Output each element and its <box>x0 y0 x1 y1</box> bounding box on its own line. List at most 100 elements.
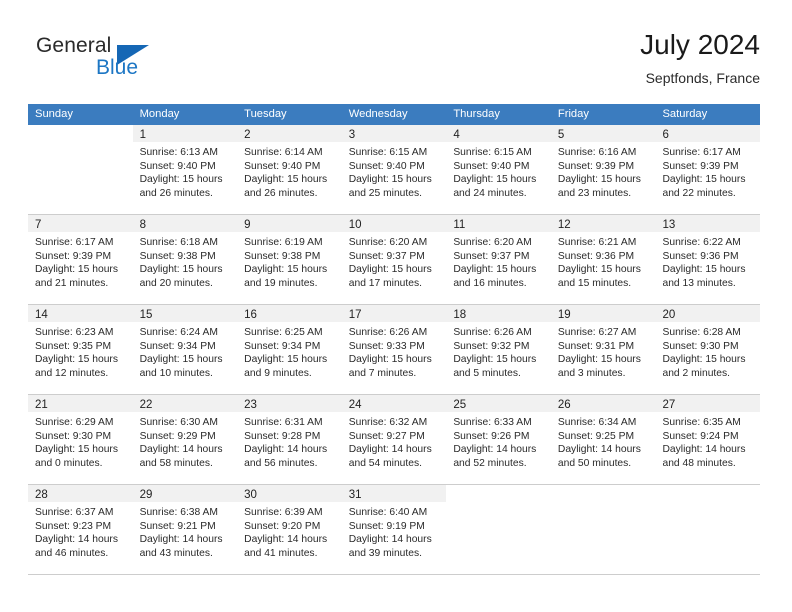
day-details: Sunrise: 6:40 AM Sunset: 9:19 PM Daylight:… <box>342 502 447 560</box>
day-detail-line: Sunrise: 6:13 AM <box>139 147 218 158</box>
day-detail-line: and 9 minutes. <box>244 367 312 379</box>
day-cell-7[interactable]: 7 Sunrise: 6:17 AM Sunset: 9:39 PM Daylight… <box>28 215 133 304</box>
calendar-weeks: 1 Sunrise: 6:13 AM Sunset: 9:40 PM Daylight… <box>28 125 761 575</box>
day-number-band: 16 <box>237 305 342 322</box>
day-detail-line: and 3 minutes. <box>557 367 626 379</box>
day-number: 7 <box>35 219 42 231</box>
day-cell-6[interactable]: 6 Sunrise: 6:17 AM Sunset: 9:39 PM Daylight… <box>655 125 761 214</box>
day-cell-11[interactable]: 11 Sunrise: 6:20 AM Sunset: 9:37 PM Dayligh… <box>446 215 551 304</box>
day-detail-line: and 7 minutes. <box>348 367 417 379</box>
day-detail-line: Sunrise: 6:15 AM <box>348 147 428 158</box>
day-detail-line: Sunrise: 6:14 AM <box>244 147 323 158</box>
day-number: 9 <box>244 219 251 231</box>
day-cell-8[interactable]: 8 Sunrise: 6:18 AM Sunset: 9:38 PM Daylight… <box>132 215 238 304</box>
day-number-band: 17 <box>341 305 447 322</box>
day-number-band: 4 <box>446 125 551 142</box>
weekday-header-monday: Monday <box>139 108 180 120</box>
day-cell-21[interactable]: 21 Sunrise: 6:29 AM Sunset: 9:30 PM Dayligh… <box>28 395 133 484</box>
day-detail-line: Sunrise: 6:29 AM <box>35 417 114 428</box>
day-number: 2 <box>244 129 251 141</box>
day-cell-23[interactable]: 23 Sunrise: 6:31 AM Sunset: 9:28 PM Dayligh… <box>237 395 342 484</box>
day-details: Sunrise: 6:17 AM Sunset: 9:39 PM Daylight:… <box>655 142 760 200</box>
day-number-band: 14 <box>28 305 133 322</box>
day-cell-3[interactable]: 3 Sunrise: 6:15 AM Sunset: 9:40 PM Daylight… <box>341 125 447 214</box>
day-cell-5[interactable]: 5 Sunrise: 6:16 AM Sunset: 9:39 PM Daylight… <box>550 125 656 214</box>
day-cell-1[interactable]: 1 Sunrise: 6:13 AM Sunset: 9:40 PM Daylight… <box>132 125 238 214</box>
day-detail-line: Sunset: 9:35 PM <box>35 340 112 352</box>
day-detail-line: and 24 minutes. <box>453 187 527 199</box>
day-number: 3 <box>348 129 356 141</box>
day-details: Sunrise: 6:30 AM Sunset: 9:29 PM Daylight:… <box>133 412 238 470</box>
day-cell-18[interactable]: 18 Sunrise: 6:26 AM Sunset: 9:32 PM Dayligh… <box>446 305 551 394</box>
day-detail-line: and 13 minutes. <box>662 277 736 289</box>
day-detail-line: and 16 minutes. <box>453 277 527 289</box>
day-detail-line: Sunset: 9:21 PM <box>139 520 216 532</box>
day-cell-empty <box>446 485 551 574</box>
page-header: General Blue July 2024 Septfonds, France <box>28 28 760 90</box>
day-detail-line: Sunset: 9:33 PM <box>348 340 425 352</box>
day-cell-26[interactable]: 26 Sunrise: 6:34 AM Sunset: 9:25 PM Dayligh… <box>550 395 656 484</box>
day-number: 25 <box>453 399 467 411</box>
day-detail-line: Sunset: 9:26 PM <box>453 430 530 442</box>
day-cell-2[interactable]: 2 Sunrise: 6:14 AM Sunset: 9:40 PM Daylight… <box>237 125 342 214</box>
day-cell-9[interactable]: 9 Sunrise: 6:19 AM Sunset: 9:38 PM Daylight… <box>237 215 342 304</box>
day-detail-line: Daylight: 14 hours <box>557 444 641 456</box>
day-detail-line: Daylight: 15 hours <box>662 354 746 366</box>
day-detail-line: Sunset: 9:30 PM <box>662 340 739 352</box>
day-cell-22[interactable]: 22 Sunrise: 6:30 AM Sunset: 9:29 PM Dayligh… <box>132 395 238 484</box>
day-detail-line: and 50 minutes. <box>557 457 632 469</box>
day-detail-line: Sunset: 9:36 PM <box>557 250 635 262</box>
day-cell-28[interactable]: 28 Sunrise: 6:37 AM Sunset: 9:23 PM Dayligh… <box>28 485 133 574</box>
day-detail-line: Daylight: 15 hours <box>244 264 328 276</box>
day-cell-10[interactable]: 10 Sunrise: 6:20 AM Sunset: 9:37 PM Dayligh… <box>341 215 447 304</box>
weekday-header-tuesday: Tuesday <box>244 108 287 120</box>
day-number: 20 <box>662 309 676 321</box>
day-detail-line: Sunset: 9:23 PM <box>35 520 112 532</box>
day-cell-20[interactable]: 20 Sunrise: 6:28 AM Sunset: 9:30 PM Dayligh… <box>655 305 761 394</box>
day-number: 13 <box>662 219 676 231</box>
day-details: Sunrise: 6:14 AM Sunset: 9:40 PM Daylight:… <box>237 142 342 200</box>
day-details: Sunrise: 6:15 AM Sunset: 9:40 PM Daylight:… <box>342 142 447 200</box>
day-details: Sunrise: 6:20 AM Sunset: 9:37 PM Daylight:… <box>446 232 551 290</box>
title-block: July 2024 Septfonds, France <box>640 28 760 88</box>
day-cell-19[interactable]: 19 Sunrise: 6:27 AM Sunset: 9:31 PM Dayligh… <box>550 305 656 394</box>
day-number: 5 <box>557 129 565 141</box>
calendar-week-row: 1 Sunrise: 6:13 AM Sunset: 9:40 PM Daylight… <box>28 125 761 215</box>
day-cell-31[interactable]: 31 Sunrise: 6:40 AM Sunset: 9:19 PM Dayligh… <box>341 485 447 574</box>
day-cell-29[interactable]: 29 Sunrise: 6:38 AM Sunset: 9:21 PM Dayligh… <box>132 485 238 574</box>
day-details: Sunrise: 6:32 AM Sunset: 9:27 PM Daylight:… <box>342 412 447 470</box>
day-number-band: 7 <box>28 215 133 232</box>
day-cell-30[interactable]: 30 Sunrise: 6:39 AM Sunset: 9:20 PM Dayligh… <box>237 485 342 574</box>
day-detail-line: Daylight: 15 hours <box>453 174 537 186</box>
day-cell-27[interactable]: 27 Sunrise: 6:35 AM Sunset: 9:24 PM Dayligh… <box>655 395 761 484</box>
day-detail-line: Sunrise: 6:24 AM <box>139 327 218 338</box>
day-cell-12[interactable]: 12 Sunrise: 6:21 AM Sunset: 9:36 PM Dayligh… <box>550 215 656 304</box>
day-cell-14[interactable]: 14 Sunrise: 6:23 AM Sunset: 9:35 PM Dayligh… <box>28 305 133 394</box>
day-detail-line: Daylight: 15 hours <box>139 354 223 366</box>
weekday-header-friday: Friday <box>557 108 589 120</box>
day-number: 14 <box>35 309 48 321</box>
day-details <box>28 142 133 146</box>
day-detail-line: Sunset: 9:27 PM <box>348 430 425 442</box>
day-detail-line: Sunset: 9:25 PM <box>557 430 635 442</box>
calendar-week-row: 14 Sunrise: 6:23 AM Sunset: 9:35 PM Dayligh… <box>28 305 761 395</box>
day-cell-16[interactable]: 16 Sunrise: 6:25 AM Sunset: 9:34 PM Dayligh… <box>237 305 342 394</box>
day-detail-line: Daylight: 15 hours <box>348 264 432 276</box>
day-cell-24[interactable]: 24 Sunrise: 6:32 AM Sunset: 9:27 PM Dayligh… <box>341 395 447 484</box>
day-detail-line: Sunrise: 6:20 AM <box>453 237 532 248</box>
day-detail-line: Daylight: 15 hours <box>557 174 641 186</box>
day-detail-line: Daylight: 15 hours <box>35 354 118 366</box>
day-cell-25[interactable]: 25 Sunrise: 6:33 AM Sunset: 9:26 PM Dayligh… <box>446 395 551 484</box>
day-cell-4[interactable]: 4 Sunrise: 6:15 AM Sunset: 9:40 PM Daylight… <box>446 125 551 214</box>
weekday-header-row: Sunday Monday Tuesday Wednesday Thursday Frid… <box>28 104 760 125</box>
day-cell-15[interactable]: 15 Sunrise: 6:24 AM Sunset: 9:34 PM Dayligh… <box>132 305 238 394</box>
calendar-page: General Blue July 2024 Septfonds, France… <box>0 0 792 612</box>
day-detail-line: Sunset: 9:24 PM <box>662 430 739 442</box>
day-detail-line: Daylight: 15 hours <box>139 264 223 276</box>
day-cell-17[interactable]: 17 Sunrise: 6:26 AM Sunset: 9:33 PM Dayligh… <box>341 305 447 394</box>
day-cell-13[interactable]: 13 Sunrise: 6:22 AM Sunset: 9:36 PM Dayligh… <box>655 215 761 304</box>
day-number: 15 <box>139 309 153 321</box>
day-detail-line: and 39 minutes. <box>348 547 423 559</box>
day-details: Sunrise: 6:22 AM Sunset: 9:36 PM Daylight:… <box>655 232 760 290</box>
day-number-band: 12 <box>550 215 656 232</box>
